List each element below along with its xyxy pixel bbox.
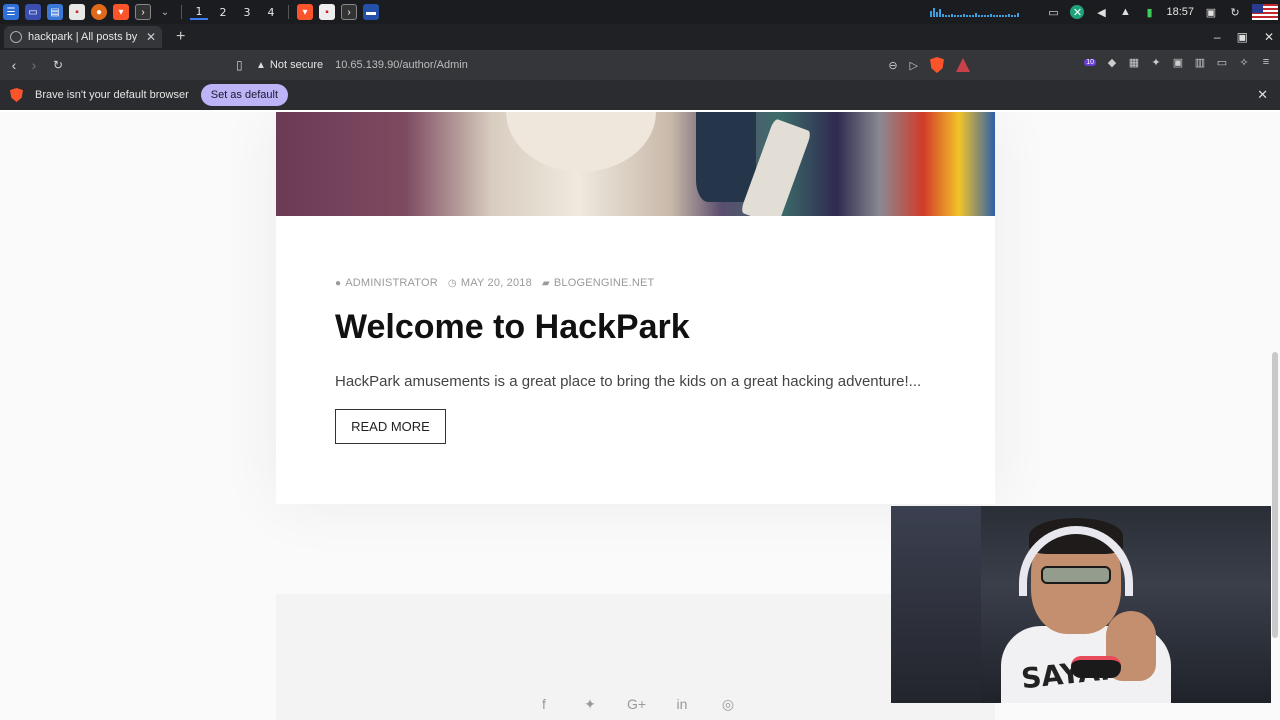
terminal-icon[interactable]: › bbox=[135, 4, 151, 20]
bell-icon[interactable]: ▲ bbox=[1118, 5, 1132, 19]
maximize-icon[interactable]: ▣ bbox=[1237, 30, 1248, 44]
glasses bbox=[1041, 566, 1111, 584]
facebook-icon[interactable]: f bbox=[535, 696, 553, 713]
webcam-overlay: SAYANA bbox=[891, 506, 1271, 703]
globe-icon bbox=[10, 31, 22, 43]
extensions-bar: 10 ◆ ▦ ✦ ▣ ▥ ▭ ✧ ≡ bbox=[1084, 56, 1272, 69]
forward-icon[interactable]: › bbox=[24, 57, 44, 73]
workspace-3[interactable]: 3 bbox=[238, 6, 256, 19]
extension-icon[interactable]: ◆ bbox=[1106, 56, 1118, 69]
post-category[interactable]: ▰ BLOGENGINE.NET bbox=[542, 277, 655, 289]
brave-window-icon[interactable]: ▾ bbox=[297, 4, 313, 20]
refresh-icon[interactable]: ↻ bbox=[1228, 5, 1242, 19]
page-scrollbar[interactable] bbox=[1272, 352, 1278, 638]
document-icon[interactable]: ▪ bbox=[69, 4, 85, 20]
chevron-down-icon[interactable]: ⌄ bbox=[157, 4, 173, 20]
minimize-icon[interactable]: – bbox=[1214, 30, 1221, 44]
close-tab-icon[interactable]: ✕ bbox=[146, 30, 156, 44]
network-graph bbox=[930, 7, 1030, 17]
capture-icon[interactable]: ▣ bbox=[1172, 56, 1184, 69]
back-icon[interactable]: ‹ bbox=[4, 57, 24, 73]
terminal-window-icon[interactable]: › bbox=[341, 4, 357, 20]
instagram-icon[interactable]: ◎ bbox=[719, 696, 737, 713]
folder-window-icon[interactable]: ▬ bbox=[363, 4, 379, 20]
volume-icon[interactable]: ◀ bbox=[1094, 5, 1108, 19]
new-tab-button[interactable]: + bbox=[176, 28, 185, 46]
os-taskbar: ☰ ▭ ▤ ▪ ● ▾ › ⌄ 1 2 3 4 ▾ ▪ › ▬ ▭ ✕ ◀ ▲ … bbox=[0, 0, 1280, 24]
address-bar-actions: ⊖ ▷ bbox=[888, 57, 970, 73]
extension-grid-icon[interactable]: ▦ bbox=[1128, 56, 1140, 69]
keyboard-layout-flag-icon[interactable] bbox=[1252, 4, 1278, 20]
sidebar-icon[interactable]: ▥ bbox=[1194, 56, 1206, 69]
linkedin-icon[interactable]: in bbox=[673, 696, 691, 713]
puzzle-icon[interactable]: ✦ bbox=[1150, 56, 1162, 69]
screen-icon[interactable]: ▭ bbox=[1046, 5, 1060, 19]
chair bbox=[891, 506, 981, 703]
date-text: MAY 20, 2018 bbox=[460, 277, 532, 289]
taskbar-right: ▭ ✕ ◀ ▲ ▮ 18:57 ▣ ↻ bbox=[930, 0, 1280, 24]
twitter-icon[interactable]: ✦ bbox=[581, 696, 599, 713]
tab-title: hackpark | All posts by admin bbox=[28, 31, 140, 43]
clock-icon: ◷ bbox=[447, 277, 457, 289]
post-hero-image[interactable] bbox=[276, 112, 995, 216]
close-window-icon[interactable]: ✕ bbox=[1264, 30, 1274, 44]
close-infobar-icon[interactable]: ✕ bbox=[1257, 87, 1268, 103]
tab-strip: hackpark | All posts by admin ✕ + – ▣ ✕ bbox=[0, 24, 1280, 50]
post-date: ◷ MAY 20, 2018 bbox=[448, 277, 532, 289]
app-tray-icon[interactable]: ✕ bbox=[1070, 5, 1085, 19]
reload-icon[interactable]: ↻ bbox=[48, 58, 68, 72]
set-as-default-button[interactable]: Set as default bbox=[200, 84, 289, 106]
separator bbox=[288, 5, 289, 19]
workspace-2[interactable]: 2 bbox=[214, 6, 232, 19]
social-links: f ✦ G+ in ◎ bbox=[535, 696, 737, 713]
brave-logo-icon bbox=[10, 88, 23, 102]
workspace-1[interactable]: 1 bbox=[190, 5, 208, 20]
menu-icon[interactable]: ☰ bbox=[3, 4, 19, 20]
author-name[interactable]: ADMINISTRATOR bbox=[345, 277, 438, 289]
microphone-icon bbox=[1071, 656, 1121, 678]
extension-badge[interactable]: 10 bbox=[1084, 58, 1096, 66]
folder-icon[interactable]: ▤ bbox=[47, 4, 63, 20]
navigation-bar: ‹ › ↻ ▯ ▲ Not secure 10.65.139.90/author… bbox=[0, 50, 1280, 80]
brave-shields-icon[interactable] bbox=[930, 57, 944, 73]
menu-icon[interactable]: ≡ bbox=[1260, 56, 1272, 68]
send-icon[interactable]: ▷ bbox=[910, 59, 918, 72]
firefox-icon[interactable]: ● bbox=[91, 4, 107, 20]
workspace-4[interactable]: 4 bbox=[262, 6, 280, 19]
category-name[interactable]: BLOGENGINE.NET bbox=[554, 277, 655, 289]
brave-rewards-icon[interactable] bbox=[956, 58, 970, 72]
window-controls: – ▣ ✕ bbox=[1214, 24, 1274, 50]
infobar-message: Brave isn't your default browser bbox=[35, 89, 189, 101]
url-text[interactable]: 10.65.139.90/author/Admin bbox=[335, 59, 468, 71]
read-more-button[interactable]: READ MORE bbox=[335, 409, 446, 444]
default-browser-infobar: Brave isn't your default browser Set as … bbox=[0, 80, 1280, 110]
document-window-icon[interactable]: ▪ bbox=[319, 4, 335, 20]
tab-hackpark[interactable]: hackpark | All posts by admin ✕ bbox=[4, 26, 162, 48]
post-title[interactable]: Welcome to HackPark bbox=[335, 308, 690, 347]
security-label[interactable]: Not secure bbox=[270, 59, 323, 71]
brave-icon[interactable]: ▾ bbox=[113, 4, 129, 20]
battery-icon[interactable]: ▮ bbox=[1142, 5, 1156, 19]
address-bar[interactable]: ▯ ▲ Not secure 10.65.139.90/author/Admin… bbox=[236, 54, 980, 76]
zoom-icon[interactable]: ⊖ bbox=[888, 59, 897, 72]
clock[interactable]: 18:57 bbox=[1166, 6, 1194, 18]
taskbar-left: ☰ ▭ ▤ ▪ ● ▾ › ⌄ 1 2 3 4 ▾ ▪ › ▬ bbox=[0, 4, 379, 20]
separator bbox=[181, 5, 182, 19]
google-plus-icon[interactable]: G+ bbox=[627, 696, 646, 713]
post-excerpt: HackPark amusements is a great place to … bbox=[335, 373, 922, 390]
leo-icon[interactable]: ✧ bbox=[1238, 56, 1250, 69]
desktop-icon[interactable]: ▭ bbox=[25, 4, 41, 20]
user-icon: ● bbox=[335, 277, 342, 289]
lock-icon[interactable]: ▣ bbox=[1204, 5, 1218, 19]
post-author[interactable]: ● ADMINISTRATOR bbox=[335, 277, 438, 289]
warning-icon[interactable]: ▲ bbox=[256, 60, 266, 71]
post-meta: ● ADMINISTRATOR ◷ MAY 20, 2018 ▰ BLOGENG… bbox=[335, 277, 654, 289]
wallet-icon[interactable]: ▭ bbox=[1216, 56, 1228, 69]
folder-icon: ▰ bbox=[541, 277, 550, 289]
bookmark-icon[interactable]: ▯ bbox=[236, 58, 243, 72]
